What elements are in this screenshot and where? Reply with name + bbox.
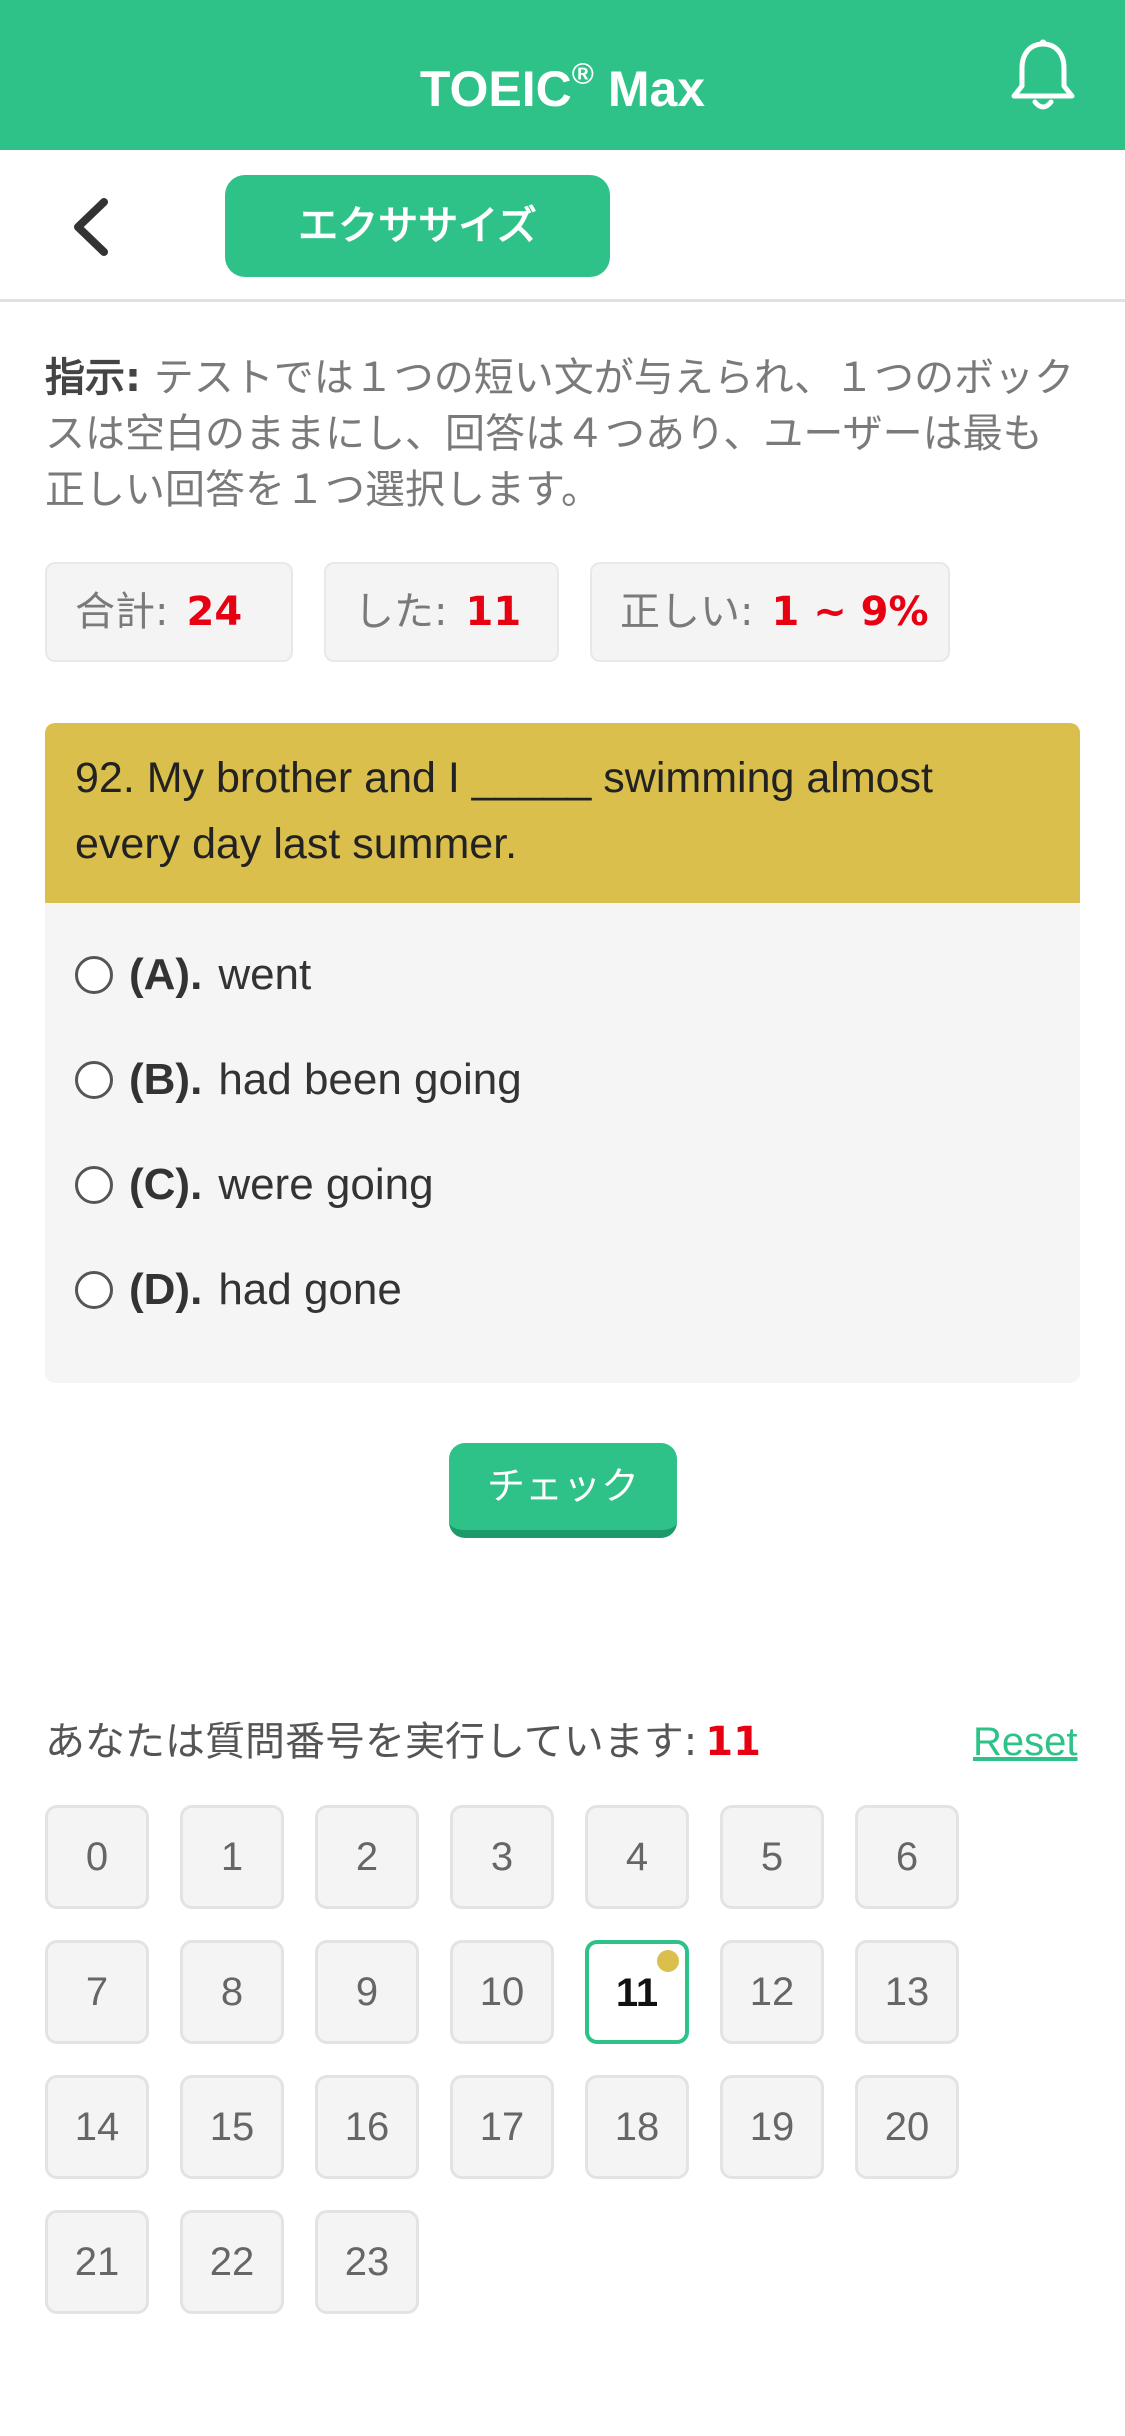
running-label: あなたは質問番号を実行しています: xyxy=(45,1719,698,1765)
option-d-letter: (D). xyxy=(129,1265,203,1314)
radio-b[interactable] xyxy=(75,1061,113,1099)
app-title-text: TOEIC xyxy=(419,61,572,117)
stat-done-value: 11 xyxy=(465,589,522,635)
app-header: TOEIC® Max xyxy=(0,0,1125,150)
question-number-button[interactable]: 22 xyxy=(180,2210,284,2314)
question-number-button[interactable]: 13 xyxy=(855,1940,959,2044)
question-number-button[interactable]: 14 xyxy=(45,2075,149,2179)
question-number-button[interactable]: 8 xyxy=(180,1940,284,2044)
stat-total-value: 24 xyxy=(186,589,243,635)
question-text: 92. My brother and I _____ swimming almo… xyxy=(45,723,1080,903)
stat-done-label: した: xyxy=(354,589,448,635)
option-c-letter: (C). xyxy=(129,1160,203,1209)
question-number-button[interactable]: 5 xyxy=(720,1805,824,1909)
stat-correct-label: 正しい: xyxy=(620,589,754,635)
check-button[interactable]: チェック xyxy=(449,1443,677,1538)
question-number-button[interactable]: 4 xyxy=(585,1805,689,1909)
bell-icon[interactable] xyxy=(1008,38,1078,114)
question-number-button[interactable]: 1 xyxy=(180,1805,284,1909)
app-title: TOEIC® Max xyxy=(0,0,1125,150)
question-number-button[interactable]: 21 xyxy=(45,2210,149,2314)
reset-link[interactable]: Reset xyxy=(973,1712,1078,1772)
question-number-button[interactable]: 19 xyxy=(720,2075,824,2179)
chevron-left-icon[interactable] xyxy=(62,192,122,262)
option-d-text: had gone xyxy=(218,1265,402,1314)
navigation-bar: エクササイズ xyxy=(0,150,1125,302)
option-a-text: went xyxy=(218,950,312,999)
option-b-text: had been going xyxy=(218,1055,522,1104)
question-card: 92. My brother and I _____ swimming almo… xyxy=(45,723,1080,1383)
question-number-button[interactable]: 7 xyxy=(45,1940,149,2044)
instructions: 指示: テストでは１つの短い文が与えられ、１つのボックスは空白のままにし、回答は… xyxy=(45,350,1080,518)
instructions-label: 指示: xyxy=(45,355,141,401)
option-b-letter: (B). xyxy=(129,1055,203,1104)
question-number-button[interactable]: 6 xyxy=(855,1805,959,1909)
question-number-button[interactable]: 3 xyxy=(450,1805,554,1909)
app-title-suffix: Max xyxy=(607,61,706,117)
stat-total: 合計: 24 xyxy=(45,562,293,662)
running-indicator: あなたは質問番号を実行しています: 11 xyxy=(45,1712,761,1772)
option-b[interactable]: (B). had been going xyxy=(75,1050,522,1110)
radio-c[interactable] xyxy=(75,1166,113,1204)
stat-done: した: 11 xyxy=(324,562,559,662)
option-c-text: were going xyxy=(218,1160,434,1209)
question-number-button[interactable]: 9 xyxy=(315,1940,419,2044)
option-c[interactable]: (C). were going xyxy=(75,1155,434,1215)
exercise-button[interactable]: エクササイズ xyxy=(225,175,610,277)
option-a[interactable]: (A). went xyxy=(75,945,311,1005)
stat-total-label: 合計: xyxy=(75,589,169,635)
question-number-button[interactable]: 23 xyxy=(315,2210,419,2314)
option-d[interactable]: (D). had gone xyxy=(75,1260,402,1320)
radio-d[interactable] xyxy=(75,1271,113,1309)
question-number-button[interactable]: 12 xyxy=(720,1940,824,2044)
question-number-button[interactable]: 16 xyxy=(315,2075,419,2179)
question-number-label: 11 xyxy=(615,1971,659,2015)
current-indicator-dot xyxy=(657,1950,679,1972)
question-number-button[interactable]: 20 xyxy=(855,2075,959,2179)
instructions-text: テストでは１つの短い文が与えられ、１つのボックスは空白のままにし、回答は４つあり… xyxy=(45,355,1075,513)
question-number-button[interactable]: 18 xyxy=(585,2075,689,2179)
stat-correct-value: 1 ~ 9% xyxy=(771,589,929,635)
option-a-letter: (A). xyxy=(129,950,203,999)
registered-mark: ® xyxy=(571,58,594,91)
question-number-button[interactable]: 15 xyxy=(180,2075,284,2179)
question-number-button[interactable]: 17 xyxy=(450,2075,554,2179)
stat-correct: 正しい: 1 ~ 9% xyxy=(590,562,950,662)
radio-a[interactable] xyxy=(75,956,113,994)
question-number-button[interactable]: 0 xyxy=(45,1805,149,1909)
running-number: 11 xyxy=(705,1719,761,1765)
question-number-button-current[interactable]: 11 xyxy=(585,1940,689,2044)
question-number-button[interactable]: 2 xyxy=(315,1805,419,1909)
question-number-button[interactable]: 10 xyxy=(450,1940,554,2044)
